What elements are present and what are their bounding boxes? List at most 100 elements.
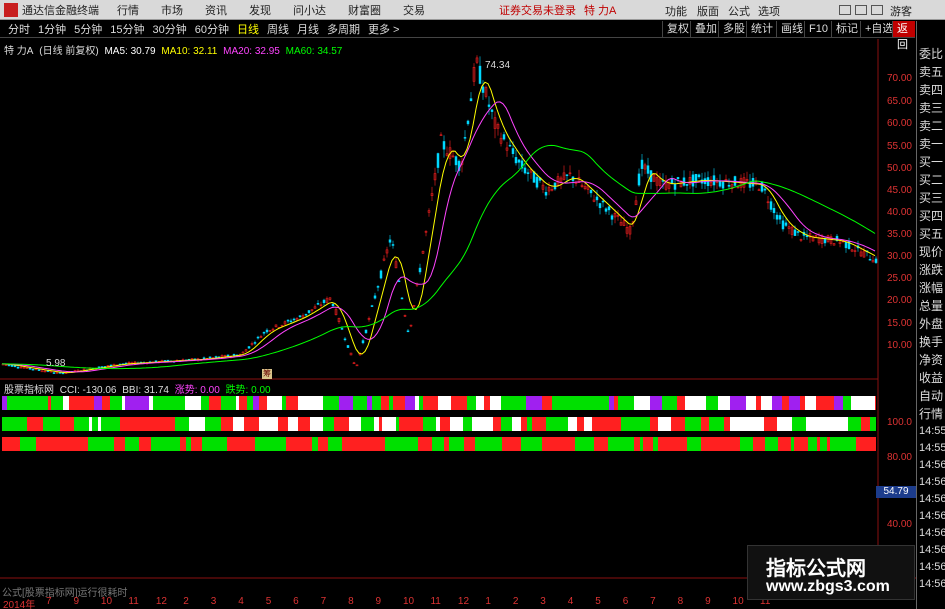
indicator-strip-cell [175,417,189,431]
menu-item-news[interactable]: 资讯 [205,2,227,18]
indicator-strip-cell [247,396,253,410]
price-tick: 60.00 [886,118,912,129]
candle-body [502,134,506,140]
guest-button[interactable]: 游客 [890,3,912,19]
indicator-strip-cell [575,437,581,451]
indicator-strip-cell [788,417,792,431]
side-item[interactable]: 行情 [919,405,943,422]
period-1min[interactable]: 1分钟 [38,21,66,37]
price-tick: 50.00 [886,163,912,174]
side-item: 买五 [919,227,944,241]
period-30min[interactable]: 30分钟 [153,21,187,37]
price-tick: 70.00 [886,73,912,84]
candle-body [376,286,380,288]
indicator-strip-cell [843,396,851,410]
period-more[interactable]: 更多 > [368,21,399,37]
candle-body [769,201,773,210]
f10-button[interactable]: F10 [804,21,832,37]
stats-button[interactable]: 统计 [746,21,777,37]
period-weekly[interactable]: 周线 [267,21,289,37]
minimize-icon[interactable] [855,4,867,15]
candle-body [697,174,701,178]
side-item: 卖三 [919,101,944,115]
candle-body [772,208,776,214]
indicator-strip-cell [851,396,859,410]
indicator-strip-cell [682,417,685,431]
indicator-name[interactable]: 股票指标网 [4,385,54,396]
indicator-tick: 40.00 [886,519,912,530]
indicator-strip-cell [8,437,16,451]
indicator-strip-cell [95,437,102,451]
menu-item-discover[interactable]: 发现 [249,2,271,18]
menu-item-wealth[interactable]: 财富圈 [348,2,381,18]
overlay-button[interactable]: 叠加 [690,21,721,37]
price-tick: 35.00 [886,229,912,240]
indicator-strip-cell [742,417,749,431]
indicator-strip-cell [63,396,69,410]
price-tick: 40.00 [886,207,912,218]
indicator-strip-cell [423,396,438,410]
candle-body [760,181,764,192]
indicator-strip-cell [169,396,185,410]
indicator-strip-cell [60,417,74,431]
indicator-strip-cell [214,437,223,451]
tick-time: 14:56 [919,561,945,573]
indicator-strip-cell [516,396,526,410]
adjust-button[interactable]: 复权 [662,21,693,37]
mark-button[interactable]: 标记 [831,21,862,37]
back-button[interactable]: 返回 [892,21,915,51]
indicator-strip-cell [852,437,856,451]
menu-item-trade[interactable]: 交易 [403,2,425,18]
ma60-value: MA60: 34.57 [285,46,343,57]
indicator-strip-cell [102,437,114,451]
indicator-strip-cell [820,396,834,410]
ma-line [1,81,876,374]
restore-icon[interactable] [839,4,851,15]
formula-button[interactable]: 公式 [728,3,750,19]
layout-button[interactable]: 版面 [697,3,719,19]
side-item: 总量 [919,299,944,313]
indicator-strip-cell [709,417,724,431]
date-tick: 8 [348,596,354,607]
indicator-strip-cell [614,396,618,410]
login-status[interactable]: 证券交易未登录 [499,2,576,18]
options-button[interactable]: 选项 [758,3,780,19]
period-15min[interactable]: 15分钟 [110,21,144,37]
period-5min[interactable]: 5分钟 [74,21,102,37]
candle-body [526,172,530,174]
indicator-strip-cell [687,437,701,451]
candle-body [463,137,467,139]
maximize-icon[interactable] [871,4,883,15]
indicator-strip-cell [288,417,298,431]
chip-marker-icon[interactable]: 筹 [262,369,272,379]
ma20-value: MA20: 32.95 [223,46,280,57]
indicator-strip-cell [487,417,493,431]
period-daily[interactable]: 日线 [237,21,259,37]
period-monthly[interactable]: 月线 [297,21,319,37]
indicator-strip-cell [102,396,110,410]
period-multi[interactable]: 多周期 [327,21,360,37]
indicator-strip-cell [501,417,512,431]
tick-time: 14:56 [919,510,945,522]
indicator-strip-cell [740,437,753,451]
indicator-strip-cell [49,417,60,431]
indicator-strip-cell [2,437,8,451]
indicator-strip-cell [259,417,263,431]
date-tick: 2014年 [3,600,36,609]
multi-stock-button[interactable]: 多股 [718,21,749,37]
indicator-strip-cell [643,437,653,451]
date-tick: 11 [430,596,441,607]
function-button[interactable]: 功能 [665,3,687,19]
kline-chart[interactable] [0,39,916,596]
candle-body [307,310,311,313]
draw-line-button[interactable]: 画线 [776,21,807,37]
current-value-badge: 54.79 [876,486,916,498]
indicator-strip-cell [418,437,432,451]
menu-item-ask[interactable]: 问小达 [293,2,326,18]
period-60min[interactable]: 60分钟 [195,21,229,37]
side-item[interactable]: 自动 [919,387,943,404]
indicator-strip-cell [875,396,876,410]
period-timeshare[interactable]: 分时 [8,21,30,37]
menu-item-market[interactable]: 行情 [117,2,139,18]
menu-item-exchange[interactable]: 市场 [161,2,183,18]
